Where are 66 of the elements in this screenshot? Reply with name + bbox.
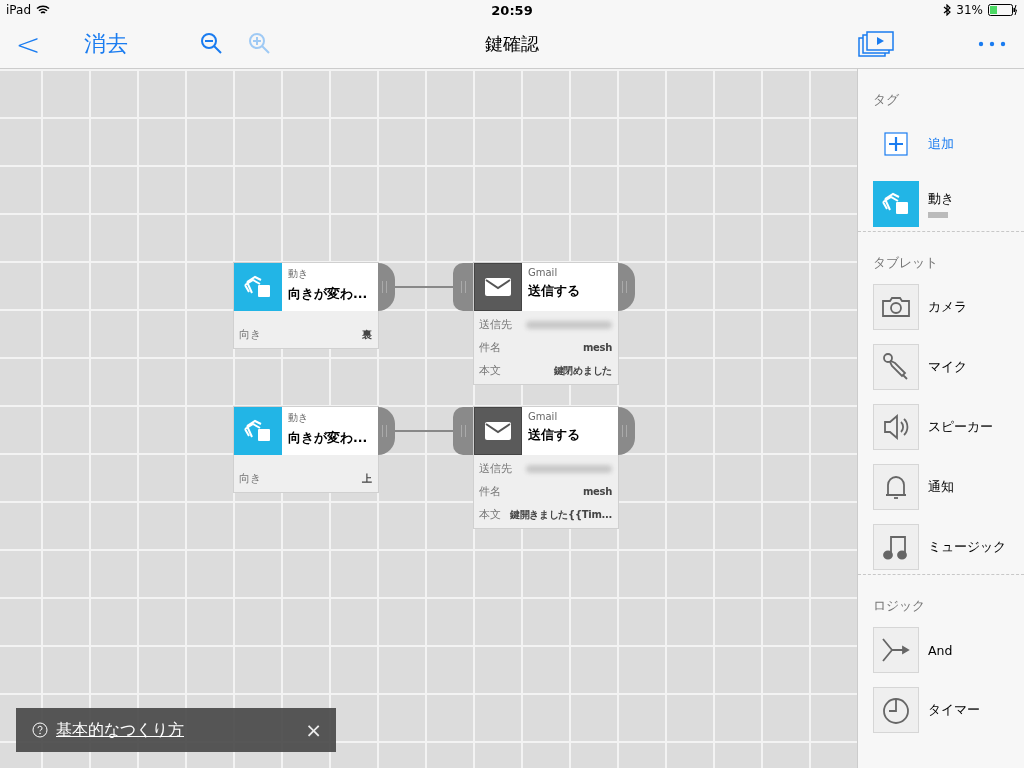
palette-item[interactable]: マイク <box>873 344 1024 390</box>
and-icon <box>873 627 919 673</box>
param-value: 上 <box>362 471 372 486</box>
motion-icon <box>873 181 919 227</box>
redacted-value <box>928 211 948 218</box>
help-icon <box>32 722 48 738</box>
param-label: 送信先 <box>479 317 512 332</box>
bluetooth-icon <box>943 4 952 16</box>
battery-icon <box>988 4 1018 16</box>
output-port[interactable] <box>378 263 395 311</box>
palette-item[interactable]: カメラ <box>873 284 1024 330</box>
param-label: 向き <box>239 327 261 342</box>
param-label: 本文 <box>479 507 501 522</box>
connector-line <box>395 286 453 288</box>
speaker-icon <box>873 404 919 450</box>
slideshow-icon[interactable] <box>858 31 894 57</box>
param-label: 件名 <box>479 340 501 355</box>
param-label: 送信先 <box>479 461 512 476</box>
zoom-out-icon[interactable] <box>200 32 224 56</box>
section-title: ロジック <box>873 597 926 615</box>
node-title: 送信する <box>528 427 580 444</box>
node-category: 動き <box>288 411 309 425</box>
palette-item[interactable]: 追加 <box>873 121 1024 167</box>
output-port[interactable] <box>378 407 395 455</box>
palette-item[interactable]: タイマー <box>873 687 1024 733</box>
output-port[interactable] <box>618 263 635 311</box>
palette-item[interactable]: スピーカー <box>873 404 1024 450</box>
input-port[interactable] <box>453 263 474 311</box>
node-category: 動き <box>288 267 309 281</box>
palette-item[interactable]: And <box>873 627 1024 673</box>
more-icon[interactable] <box>978 41 1006 47</box>
node-title: 送信する <box>528 283 580 300</box>
param-value: 鍵開きました{{Tim... <box>509 507 612 522</box>
clock: 20:59 <box>491 2 533 18</box>
palette-item[interactable]: ミュージック <box>873 524 1024 570</box>
param-value: 鍵閉めました <box>553 363 612 378</box>
clear-button[interactable]: 消去 <box>84 29 128 59</box>
close-button[interactable]: × <box>305 718 322 742</box>
palette-item[interactable]: 動き <box>873 181 1024 227</box>
output-port[interactable] <box>618 407 635 455</box>
battery-percent: 31% <box>956 3 983 17</box>
param-value: mesh <box>582 342 612 353</box>
input-port[interactable] <box>453 407 474 455</box>
section-title: タブレット <box>873 254 939 272</box>
help-link[interactable]: 基本的なつくり方 <box>56 719 184 741</box>
page-title: 鍵確認 <box>485 32 539 56</box>
timer-icon <box>873 687 919 733</box>
param-label: 件名 <box>479 484 501 499</box>
node-title: 向きが変わ... <box>288 286 368 303</box>
camera-icon <box>873 284 919 330</box>
connector-line <box>395 430 453 432</box>
device-name: iPad <box>6 3 31 17</box>
wifi-icon <box>36 5 50 15</box>
bell-icon <box>873 464 919 510</box>
node-title: 向きが変わ... <box>288 430 368 447</box>
param-value: 裏 <box>362 327 372 342</box>
node-category: Gmail <box>528 411 559 422</box>
param-label: 向き <box>239 471 261 486</box>
palette-item[interactable]: 通知 <box>873 464 1024 510</box>
music-icon <box>873 524 919 570</box>
back-button[interactable]: < <box>14 26 42 62</box>
section-title: タグ <box>873 91 900 109</box>
node-category: Gmail <box>528 267 559 278</box>
param-value: mesh <box>582 486 612 497</box>
mic-icon <box>873 344 919 390</box>
param-label: 本文 <box>479 363 501 378</box>
